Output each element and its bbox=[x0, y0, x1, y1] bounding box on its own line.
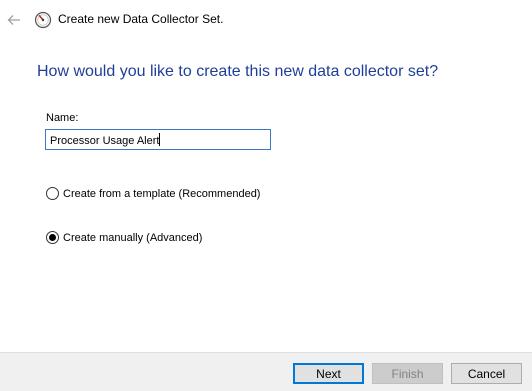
window-title: Create new Data Collector Set. bbox=[58, 12, 224, 26]
option-template-radio[interactable]: Create from a template (Recommended) bbox=[46, 187, 260, 200]
arrow-left-icon bbox=[7, 15, 20, 25]
page-heading: How would you like to create this new da… bbox=[37, 63, 439, 80]
name-label: Name: bbox=[46, 112, 79, 124]
performance-monitor-icon bbox=[34, 11, 52, 29]
cancel-button[interactable]: Cancel bbox=[451, 363, 522, 384]
option-manual-label: Create manually (Advanced) bbox=[63, 231, 203, 244]
name-input[interactable]: Processor Usage Alert bbox=[45, 129, 271, 150]
radio-dot bbox=[49, 234, 56, 241]
radio-selected-icon[interactable] bbox=[46, 231, 59, 244]
name-input-value: Processor Usage Alert bbox=[50, 135, 160, 147]
radio-unselected-icon[interactable] bbox=[46, 187, 59, 200]
back-button[interactable] bbox=[4, 10, 24, 30]
option-manual-radio[interactable]: Create manually (Advanced) bbox=[46, 231, 202, 244]
button-bar: Next Finish Cancel bbox=[0, 352, 532, 391]
finish-button[interactable]: Finish bbox=[372, 363, 443, 384]
option-template-label: Create from a template (Recommended) bbox=[63, 187, 261, 200]
next-button[interactable]: Next bbox=[293, 363, 364, 384]
title-bar: Create new Data Collector Set. bbox=[0, 0, 532, 42]
text-caret bbox=[159, 133, 161, 146]
